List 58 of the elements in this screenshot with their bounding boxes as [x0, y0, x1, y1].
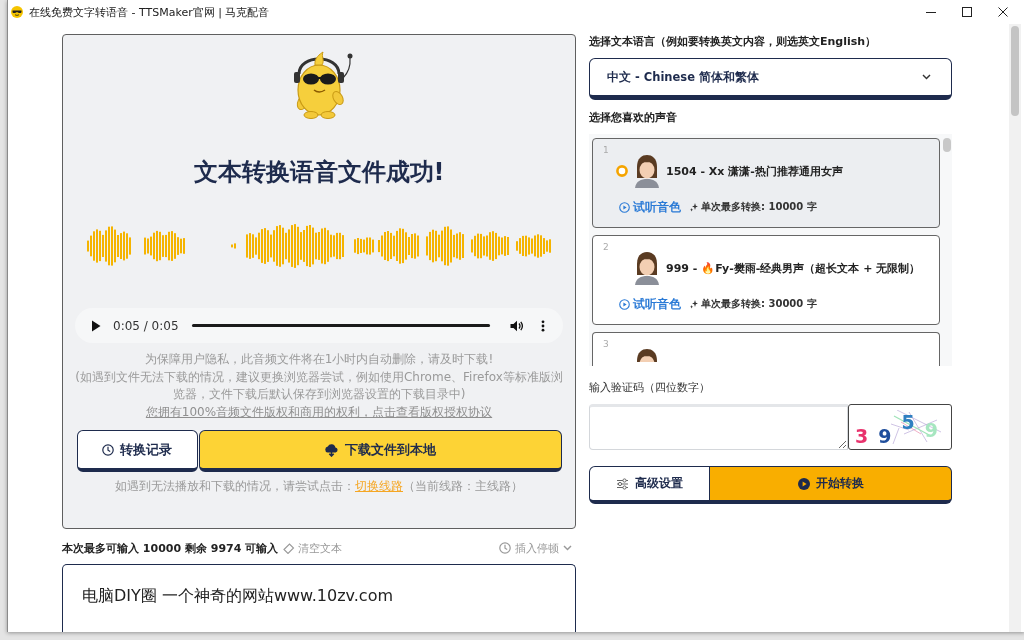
progress-track[interactable] [191, 324, 490, 327]
input-limit-text: 本次最多可输入 10000 剩余 9974 可输入 [62, 540, 279, 556]
avatar-icon [634, 154, 660, 188]
noise-lines-drawing [891, 410, 943, 445]
advanced-settings-button[interactable]: 高级设置 [589, 466, 710, 504]
time-text: 0:05 / 0:05 [113, 318, 179, 333]
app-logo-icon [11, 6, 23, 18]
download-button[interactable]: 下载文件到本地 [198, 430, 562, 472]
eraser-icon [283, 542, 296, 554]
scrollbar-thumb[interactable] [943, 138, 951, 152]
captcha-digit: 5 [901, 412, 915, 432]
preview-voice-link[interactable]: 试听音色 [619, 199, 681, 215]
minimize-icon [926, 11, 936, 13]
cloud-download-icon [324, 442, 339, 457]
close-icon [998, 7, 1008, 17]
notice-text: (如遇到文件无法下载的情况，建议更换浏览器尝试，例如使用Chrome、Firefox等标准版浏览器，文件下载后默认保存到浏览器设置的下载目录中) [75, 368, 563, 403]
voice-label: 选择您喜欢的声音 [589, 110, 677, 126]
preview-voice-link[interactable]: 试听音色 [619, 296, 681, 312]
voice-card[interactable]: 1 1504 - Xx 潇潇-热门推荐通用女声 试听音色 单次最多转换: 10000 字 [592, 138, 940, 228]
limit-text: 单次最多转换: 10000 字 [701, 200, 817, 214]
chevron-down-icon [563, 545, 572, 551]
success-title: 文本转换语音文件成功! [193, 157, 445, 188]
history-button[interactable]: 转换记录 [76, 430, 198, 472]
language-select[interactable]: 中文 - Chinese 简体和繁体 [589, 58, 952, 100]
item-number: 2 [603, 241, 609, 253]
window-title: 在线免费文字转语音 - TTSMaker官网 | 马克配音 [29, 4, 270, 20]
chevron-down-icon [922, 74, 931, 80]
route-hint: 如遇到无法播放和下载的情况，请尝试点击：切换线路（当前线路：主线路） [115, 478, 523, 495]
play-circle-icon [619, 201, 630, 213]
captcha-label: 输入验证码（四位数字） [589, 380, 710, 396]
sparkle-icon [690, 299, 698, 309]
avatar-icon [634, 348, 660, 362]
scrollbar-thumb[interactable] [1011, 26, 1019, 116]
item-number: 1 [603, 144, 609, 156]
volume-icon[interactable] [510, 319, 524, 332]
play-circle-icon [797, 477, 810, 490]
play-circle-icon [619, 298, 630, 310]
voice-name: 1504 - Xx 潇潇-热门推荐通用女声 [666, 163, 843, 179]
start-convert-button[interactable]: 开始转换 [710, 466, 952, 504]
limit-text: 单次最多转换: 30000 字 [701, 297, 817, 311]
more-options-icon[interactable] [541, 319, 545, 332]
captcha-digit: 9 [924, 420, 938, 440]
avatar-icon [634, 251, 660, 285]
item-number: 3 [603, 338, 609, 350]
notice-text: 为保障用户隐私，此音频文件将在1小时内自动删除，请及时下载! [144, 351, 494, 368]
voice-name: 999 - 🔥Fy-樊雨-经典男声（超长文本 + 无限制） [666, 260, 921, 276]
captcha-digit: 3 [855, 426, 869, 446]
clock-icon [102, 443, 114, 456]
voice-card[interactable]: 2 999 - 🔥Fy-樊雨-经典男声（超长文本 + 无限制） 试听音色 单次最多转换: 30000 字 [592, 235, 940, 325]
maximize-icon [962, 7, 972, 17]
sliders-icon [616, 477, 629, 490]
captcha-digit: 9 [878, 426, 892, 446]
play-icon[interactable] [91, 319, 101, 332]
language-label: 选择文本语言（例如要转换英文内容，则选英文English） [589, 34, 877, 50]
text-input-field[interactable]: 电脑DIY圈 一个神奇的网站www.10zv.com [62, 564, 576, 632]
clock-icon [499, 542, 511, 554]
captcha-field[interactable] [589, 404, 848, 450]
sparkle-icon [690, 202, 698, 212]
